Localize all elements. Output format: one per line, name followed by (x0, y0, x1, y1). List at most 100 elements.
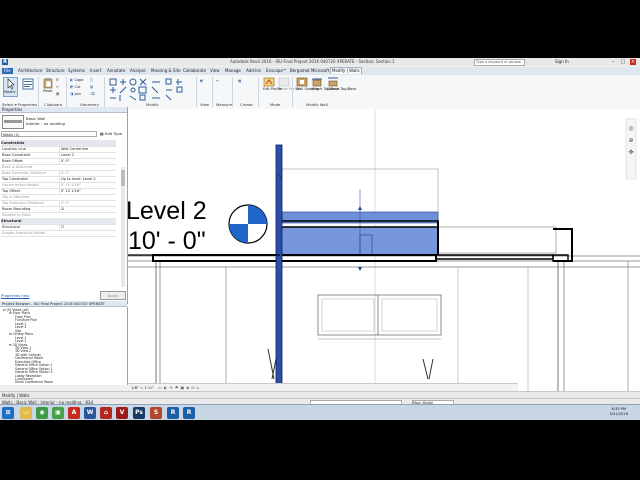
photoshop-icon[interactable]: Ps (133, 407, 145, 419)
cut-button[interactable]: ◩ Cut (70, 85, 80, 89)
system-clock[interactable]: 8:35 PM 5/31/2016 (610, 407, 628, 417)
tab-collaborate[interactable]: Collaborate (183, 68, 206, 74)
maximize-icon[interactable]: □ (620, 59, 626, 65)
properties-scrollbar[interactable] (121, 167, 125, 287)
properties-help-link[interactable]: Properties help (1, 293, 30, 298)
tab-enscape[interactable]: Enscape™ (266, 68, 287, 74)
modify-tools-group (108, 77, 198, 101)
section-view-canvas[interactable]: Level 2 10' - 0" ◎ ⊕ ✥ (128, 109, 640, 391)
paint-icon[interactable]: ▨ (90, 85, 93, 89)
view-scale[interactable]: 1/8" = 1'-0" (131, 385, 153, 390)
pan-icon[interactable]: ✥ (627, 147, 635, 159)
detach-top-base-label: Detach Top/Base (327, 87, 357, 91)
scroll-thumb[interactable] (121, 170, 125, 186)
navigation-bar[interactable]: ◎ ⊕ ✥ (627, 123, 635, 159)
chrome-icon[interactable]: ◉ (36, 407, 48, 419)
cope-button[interactable]: ◧ Cope (70, 78, 83, 82)
tab-bergamot[interactable]: Bergamot Microsoft (290, 68, 329, 74)
reset-profile-button[interactable]: Reset Profile (278, 77, 300, 97)
cut-clip-icon[interactable]: ✂ (56, 85, 59, 89)
join-icon: ◨ (70, 92, 74, 96)
separator (196, 77, 197, 107)
title-bar: R Autodesk Revit 2016 - ISU Final Projec… (0, 58, 640, 66)
attach-top-base-icon (312, 78, 322, 87)
view-tools-icon[interactable]: ◩ (200, 79, 203, 83)
minimize-icon[interactable]: – (610, 59, 616, 65)
revit2-icon[interactable]: R (183, 407, 195, 419)
vray-icon[interactable]: V (116, 407, 128, 419)
view-controls-icons[interactable]: ▭◐☀⚑▣◈⊟⌂ (158, 385, 201, 390)
steering-wheel-icon[interactable]: ◎ (627, 123, 635, 135)
project-browser: ⊟ [0] Views (all) ⊟ Floor Plans Floor Plan… (0, 307, 128, 385)
tab-file[interactable]: File (2, 68, 13, 74)
tab-annotate[interactable]: Annotate (107, 68, 125, 74)
instance-selector[interactable]: Walls (1) (1, 131, 97, 137)
demolish-icon[interactable]: ⌫ (90, 92, 95, 96)
tab-systems[interactable]: Systems (68, 68, 85, 74)
properties-header: Properties (0, 107, 127, 113)
wall-opening-button[interactable]: Wall Opening (296, 77, 319, 97)
mode-panel-label: Mode (270, 102, 281, 107)
properties-button[interactable] (22, 78, 34, 92)
separator (292, 77, 293, 107)
tab-add-ins[interactable]: Add-Ins (246, 68, 261, 74)
modify-tool-button[interactable]: Modify (3, 77, 18, 97)
clock-date: 5/31/2016 (609, 412, 628, 416)
apply-button[interactable]: Apply (100, 291, 126, 300)
zoom-icon[interactable]: ⊕ (627, 135, 635, 147)
cope-label: Cope (74, 78, 84, 82)
tab-insert[interactable]: Insert (90, 68, 101, 74)
edit-profile-button[interactable]: Edit Profile (263, 77, 282, 97)
edit-type-label: Edit Type (104, 131, 123, 136)
measure-icon[interactable]: ↔ (216, 79, 219, 83)
revit-icon[interactable]: R (167, 407, 179, 419)
join-button[interactable]: ◨ Join (70, 92, 81, 96)
close-icon[interactable]: × (630, 59, 636, 65)
cut-label: Cut (74, 85, 81, 89)
explorer-icon[interactable]: ▭ (20, 407, 32, 419)
match-type-icon[interactable]: ▤ (56, 92, 59, 96)
tab-architecture[interactable]: Architecture (18, 68, 43, 74)
property-name: Enable Analytical Model (2, 231, 45, 235)
separator (258, 77, 259, 107)
edit-type-button[interactable]: ▦ Edit Type (100, 131, 122, 136)
wall-opening-icon (296, 77, 308, 87)
tab-massing-site[interactable]: Massing & Site (151, 68, 181, 74)
paste-label: Paste (43, 89, 53, 93)
revit-window: R Autodesk Revit 2016 - ISU Final Projec… (0, 58, 640, 420)
tab-analyze[interactable]: Analyze (130, 68, 146, 74)
property-row[interactable]: Enable Analytical Model (1, 230, 116, 237)
modify-label: Modify (4, 90, 16, 94)
tab-modify-walls[interactable]: Modify | Walls (330, 67, 362, 74)
modify-wall-panel-label: Modify Wall (306, 102, 328, 107)
browser-item[interactable]: Small Conference Room (15, 380, 53, 384)
copy-clip-icon[interactable]: ⎘ (56, 78, 59, 82)
wall-type-preview (2, 115, 24, 129)
start-icon[interactable]: ⊞ (2, 407, 14, 419)
cursor-arrow-icon (7, 78, 15, 90)
modify-tools-icons (109, 78, 183, 101)
app-icon[interactable]: ▣ (52, 407, 64, 419)
view-panel-label: View (200, 102, 210, 107)
revit-logo-icon[interactable]: R (2, 59, 8, 65)
sketchup-icon[interactable]: S (150, 407, 162, 419)
detach-top-base-button[interactable]: Detach Top/Base (327, 77, 356, 97)
level-name-label[interactable]: Level 2 (128, 199, 207, 224)
tab-structure[interactable]: Structure (46, 68, 65, 74)
edit-type-icon: ▦ (100, 131, 104, 136)
acrobat-icon[interactable]: A (68, 407, 80, 419)
pdf-icon[interactable]: ⌂ (100, 407, 112, 419)
tab-view[interactable]: View (210, 68, 220, 74)
split-face-icon[interactable]: ◫ (90, 78, 93, 82)
paste-button[interactable]: Paste (42, 77, 54, 93)
word-icon[interactable]: W (84, 407, 96, 419)
type-subname[interactable]: Interior - no molding (26, 121, 65, 126)
sign-in-button[interactable]: Sign In (555, 59, 569, 64)
separator (104, 77, 105, 107)
level-elevation-label[interactable]: 10' - 0" (128, 229, 206, 254)
create-similar-icon[interactable]: ▦ (238, 79, 241, 83)
search-input[interactable]: Type a keyword or phrase (474, 59, 525, 66)
separator (212, 77, 213, 107)
attach-top-base-button[interactable]: Attach Top/Base (311, 77, 339, 97)
tab-manage[interactable]: Manage (225, 68, 241, 74)
